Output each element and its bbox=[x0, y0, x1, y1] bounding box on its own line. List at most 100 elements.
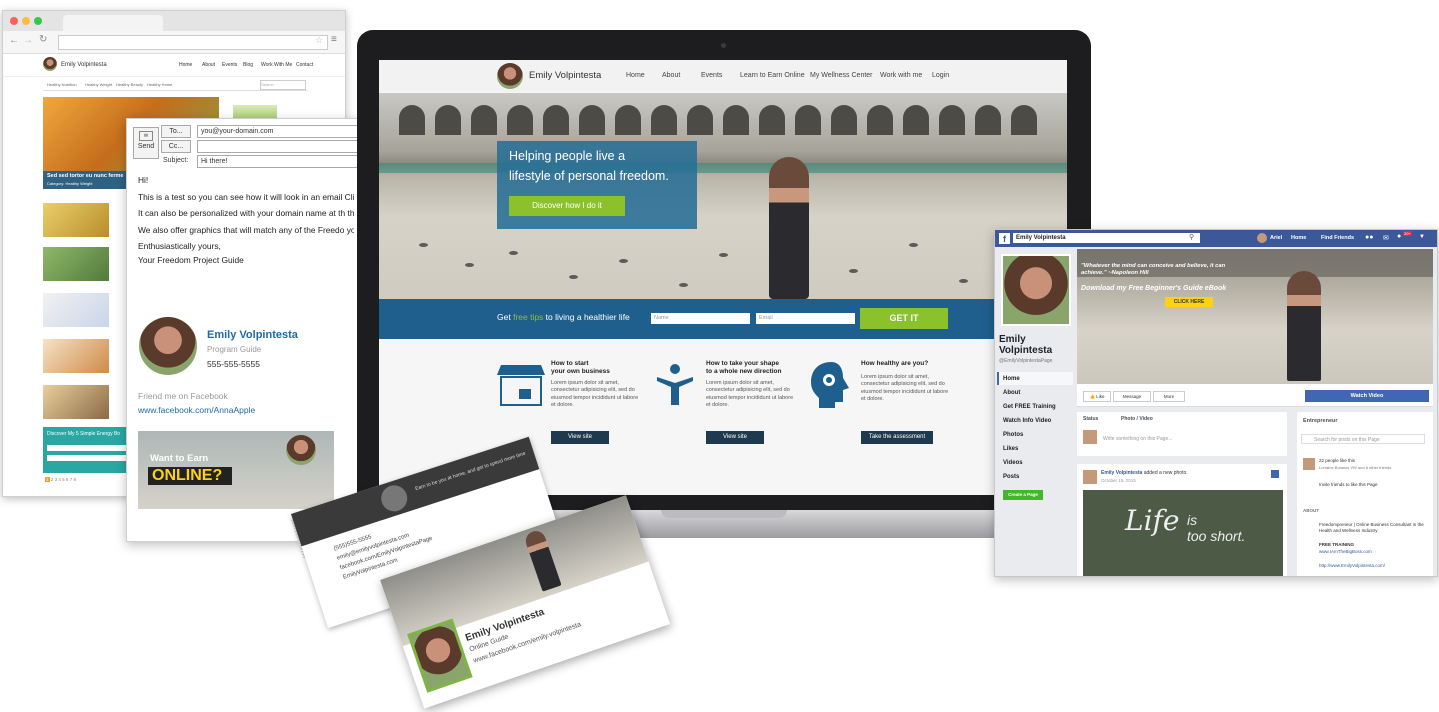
subject-field[interactable]: Hi there! bbox=[197, 155, 359, 168]
nav-wellness-center[interactable]: My Wellness Center bbox=[810, 72, 873, 79]
view-site-button-2[interactable]: View site bbox=[706, 431, 764, 444]
post-thumb-4[interactable] bbox=[43, 339, 109, 373]
forward-arrow-icon[interactable]: → bbox=[23, 35, 33, 46]
page-1[interactable]: 1 bbox=[45, 477, 50, 482]
site-brand[interactable]: Emily Volpintesta bbox=[529, 70, 601, 81]
reload-icon[interactable]: ↻ bbox=[39, 34, 47, 45]
subnav-nutrition[interactable]: Healthy Nutrition bbox=[47, 82, 77, 87]
nav-events[interactable]: Events bbox=[701, 72, 722, 79]
settings-icon[interactable]: ▼ bbox=[1419, 234, 1425, 240]
menu-home[interactable]: Home bbox=[1003, 376, 1020, 382]
post-image[interactable]: Life is too short. bbox=[1083, 490, 1283, 576]
facebook-logo-icon[interactable]: f bbox=[999, 233, 1010, 244]
profile-picture-frame[interactable] bbox=[1001, 254, 1071, 326]
to-field[interactable]: you@your-domain.com bbox=[197, 125, 359, 138]
back-arrow-icon[interactable]: ← bbox=[9, 35, 19, 46]
page-7[interactable]: 7 bbox=[70, 477, 73, 482]
menu-free-training[interactable]: Get FREE Training bbox=[1003, 404, 1056, 410]
star-icon[interactable]: ☆ bbox=[315, 35, 323, 46]
menu-icon[interactable]: ≡ bbox=[331, 34, 337, 45]
facebook-link[interactable]: www.facebook.com/AnnaApple bbox=[138, 405, 255, 415]
photo-video-tab[interactable]: Photo / Video bbox=[1121, 416, 1153, 422]
browser-tab[interactable] bbox=[63, 15, 163, 31]
top-find-friends[interactable]: Find Friends bbox=[1321, 235, 1354, 241]
post-author[interactable]: Emily Volpintesta bbox=[1101, 470, 1142, 476]
messages-icon[interactable]: ✉ bbox=[1383, 234, 1389, 242]
page-category[interactable]: Entrepreneur bbox=[1303, 418, 1338, 424]
get-it-button[interactable]: GET IT bbox=[860, 308, 948, 329]
email-input[interactable]: Email bbox=[756, 313, 855, 324]
maximize-dot-icon[interactable] bbox=[34, 17, 42, 25]
more-button[interactable]: More bbox=[1153, 391, 1185, 402]
to-button[interactable]: To... bbox=[161, 125, 191, 138]
discover-button[interactable]: Discover how I do it bbox=[509, 196, 625, 216]
subnav-weight[interactable]: Healthy Weight bbox=[85, 82, 112, 87]
search-posts-input[interactable]: Search for posts on this Page bbox=[1301, 434, 1425, 444]
like-button[interactable]: 👍 Like bbox=[1083, 391, 1111, 402]
likes-names[interactable]: Lorraine Bolanos VW and 6 other friends bbox=[1319, 465, 1391, 470]
nav-work-with-me[interactable]: Work With Me bbox=[261, 62, 292, 68]
composer-input[interactable]: Write something on this Page... bbox=[1103, 436, 1172, 442]
subnav-beauty[interactable]: Healthy Beauty bbox=[116, 82, 143, 87]
menu-photos[interactable]: Photos bbox=[1003, 432, 1023, 438]
view-site-button-1[interactable]: View site bbox=[551, 431, 609, 444]
cover-photo[interactable]: "Whatever the mind can conceive and beli… bbox=[1077, 249, 1433, 384]
cc-field[interactable] bbox=[197, 140, 359, 153]
nav-events[interactable]: Events bbox=[222, 62, 237, 68]
cover-click-here[interactable]: CLICK HERE bbox=[1165, 297, 1213, 307]
nav-work-with-me[interactable]: Work with me bbox=[880, 72, 922, 79]
cc-button[interactable]: Cc... bbox=[161, 140, 191, 153]
name-input[interactable]: Name bbox=[651, 313, 750, 324]
post-thumb-5[interactable] bbox=[43, 385, 109, 419]
post-thumb-1[interactable] bbox=[43, 203, 109, 237]
promo-name-field[interactable] bbox=[47, 445, 127, 451]
menu-likes[interactable]: Likes bbox=[1003, 446, 1018, 452]
site-logo-avatar[interactable] bbox=[497, 63, 523, 89]
edit-post-icon[interactable] bbox=[1271, 470, 1279, 478]
nav-about[interactable]: About bbox=[662, 72, 680, 79]
top-user-name[interactable]: Ariel bbox=[1270, 235, 1282, 241]
post-date[interactable]: October 15, 2015 bbox=[1101, 478, 1136, 483]
promo-email-field[interactable] bbox=[47, 455, 127, 461]
page-8[interactable]: 8 bbox=[73, 477, 76, 482]
invite-friends[interactable]: Invite friends to like this Page bbox=[1319, 482, 1378, 487]
about-link-2[interactable]: http://www.EmilyVolpintesta.com/ bbox=[1319, 563, 1385, 568]
page-5[interactable]: 5 bbox=[62, 477, 65, 482]
nav-learn-to-earn[interactable]: Learn to Earn Online bbox=[740, 72, 805, 79]
blog-search-input[interactable]: Search bbox=[260, 80, 306, 90]
email-body[interactable]: Hi! This is a test so you can see how it… bbox=[138, 175, 354, 265]
menu-watch-video[interactable]: Watch Info Video bbox=[1003, 418, 1051, 424]
user-avatar[interactable] bbox=[1257, 233, 1267, 243]
message-button[interactable]: Message bbox=[1113, 391, 1151, 402]
about-link-1[interactable]: www.IAmTheBigBoss.com bbox=[1319, 549, 1372, 554]
page-4[interactable]: 4 bbox=[58, 477, 61, 482]
nav-login[interactable]: Login bbox=[932, 72, 949, 79]
nav-about[interactable]: About bbox=[202, 62, 215, 68]
minimize-dot-icon[interactable] bbox=[22, 17, 30, 25]
post-thumb-3[interactable] bbox=[43, 293, 109, 327]
post-thumb-2[interactable] bbox=[43, 247, 109, 281]
friends-icon[interactable]: ●● bbox=[1365, 234, 1373, 241]
send-button[interactable]: ✉ Send bbox=[133, 127, 159, 159]
create-page-button[interactable]: Create a Page bbox=[1003, 490, 1043, 500]
menu-posts[interactable]: Posts bbox=[1003, 474, 1019, 480]
subnav-home[interactable]: Healthy Home bbox=[147, 82, 172, 87]
menu-videos[interactable]: Videos bbox=[1003, 460, 1023, 466]
take-assessment-button[interactable]: Take the assessment bbox=[861, 431, 933, 444]
address-bar[interactable] bbox=[58, 35, 328, 50]
featured-title[interactable]: Sed sed tortor eu nunc ferme bbox=[47, 173, 123, 179]
top-home-link[interactable]: Home bbox=[1291, 235, 1306, 241]
status-tab[interactable]: Status bbox=[1083, 416, 1098, 422]
close-dot-icon[interactable] bbox=[10, 17, 18, 25]
notifications-icon[interactable]: ● bbox=[1397, 233, 1401, 240]
page-2[interactable]: 2 bbox=[51, 477, 54, 482]
search-icon[interactable]: ⚲ bbox=[1189, 233, 1194, 241]
page-6[interactable]: 6 bbox=[66, 477, 69, 482]
nav-home[interactable]: Home bbox=[179, 62, 192, 68]
page-3[interactable]: 3 bbox=[55, 477, 58, 482]
nav-blog[interactable]: Blog bbox=[243, 62, 253, 68]
nav-home[interactable]: Home bbox=[626, 72, 645, 79]
menu-about[interactable]: About bbox=[1003, 390, 1020, 396]
watch-video-button[interactable]: Watch Video bbox=[1305, 390, 1429, 402]
nav-contact[interactable]: Contact bbox=[296, 62, 313, 68]
